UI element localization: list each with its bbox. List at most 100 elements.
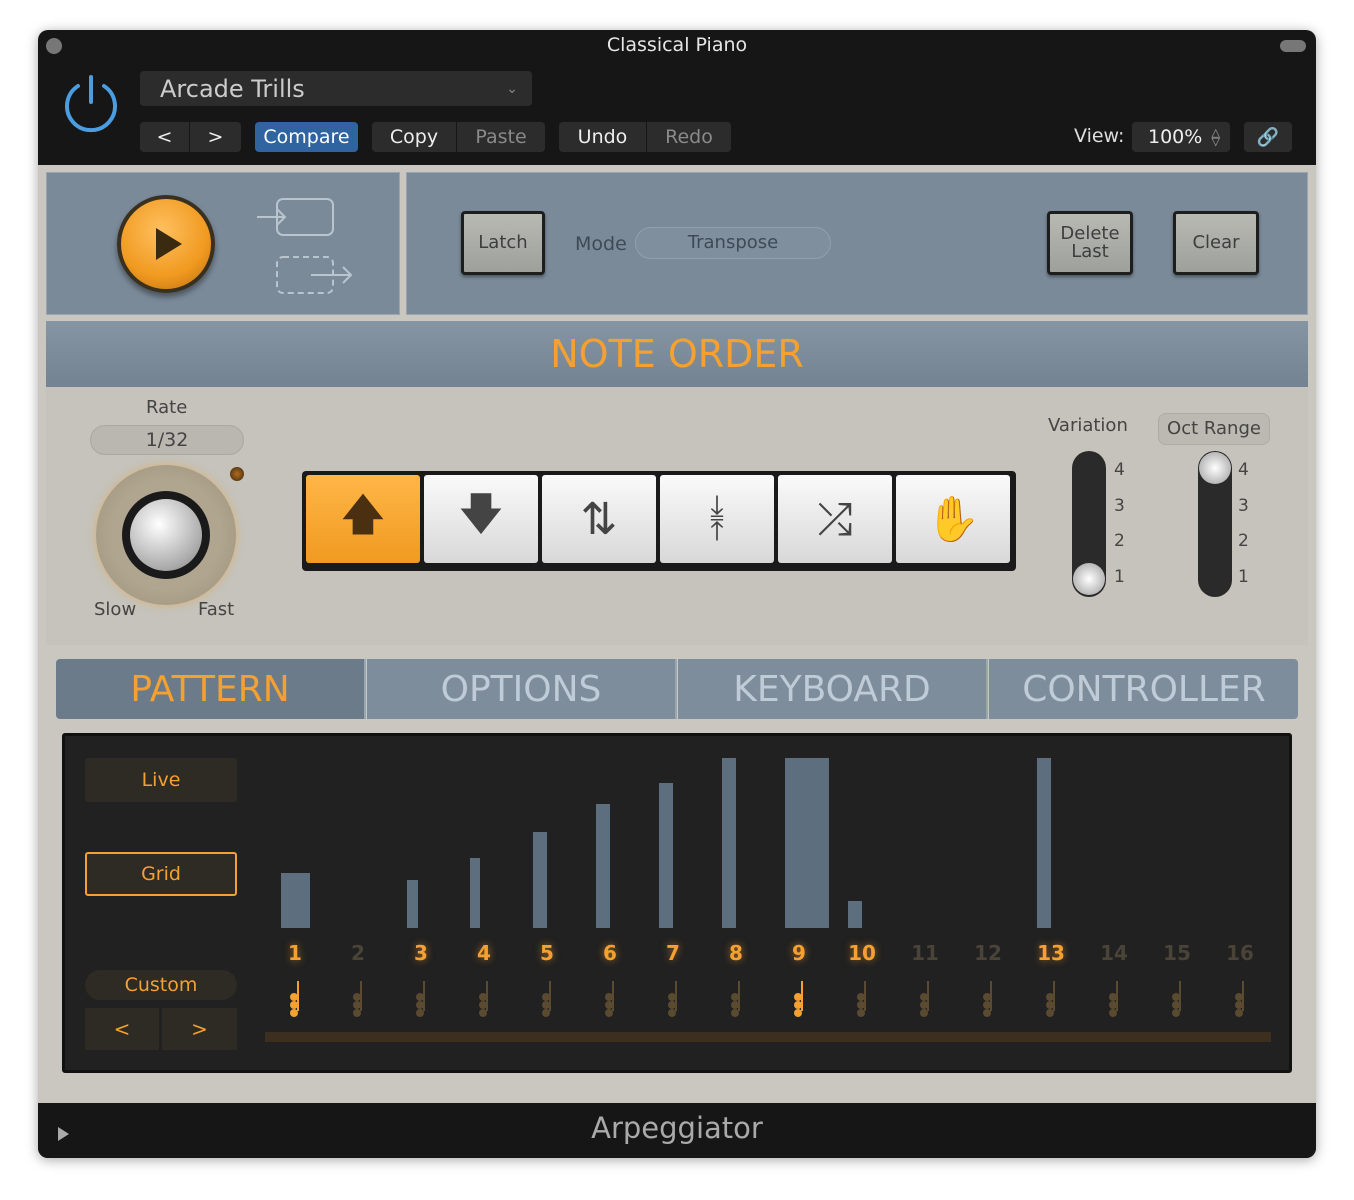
custom-pattern-label[interactable]: Custom [85,970,237,1000]
rate-value[interactable]: 1/32 [90,425,244,455]
mode-select[interactable]: Transpose [635,227,831,259]
pattern-scroll-bar[interactable] [265,1032,1271,1042]
step-number[interactable]: 15 [1157,941,1197,965]
velocity-bar[interactable] [659,783,673,928]
arrow-down-icon: 🡇 [458,488,504,540]
velocity-bar[interactable] [596,803,610,928]
scale-1: 1 [1238,566,1249,587]
power-icon[interactable] [62,74,120,134]
led-indicator [230,467,244,481]
note-length-icon[interactable] [793,981,805,1017]
order-outside-in-button[interactable]: ⤓ ⤒ [660,475,774,563]
plugin-window: Classical Piano Arcade Trills ⌄ < > Comp… [38,30,1316,1158]
previous-preset-button[interactable]: < [140,122,189,152]
transport-panel [46,172,400,315]
rate-knob[interactable] [96,465,236,605]
step-number[interactable]: 11 [905,941,945,965]
velocity-bar[interactable] [281,873,310,928]
note-length-icon[interactable] [1108,981,1120,1017]
step-number[interactable]: 13 [1031,941,1071,965]
step-number[interactable]: 9 [779,941,819,965]
shuffle-icon: ⤮ [817,493,853,545]
step-number[interactable]: 10 [842,941,882,965]
velocity-bar[interactable] [722,758,736,928]
scale-1: 1 [1114,566,1125,587]
velocity-bar[interactable] [785,758,830,928]
note-length-icon[interactable] [982,981,994,1017]
note-length-icon[interactable] [541,981,553,1017]
window-title: Classical Piano [606,34,748,56]
note-length-icon[interactable] [478,981,490,1017]
compare-button[interactable]: Compare [255,122,358,152]
next-preset-button[interactable]: > [190,122,241,152]
step-number[interactable]: 2 [338,941,378,965]
view-zoom-select[interactable]: 100% △ ▽ [1132,122,1230,152]
step-number[interactable]: 3 [401,941,441,965]
variation-slider[interactable] [1072,451,1106,597]
velocity-bar[interactable] [407,879,419,928]
arrows-up-down-icon: ⇅ [580,493,618,545]
variation-slider-thumb[interactable] [1073,563,1105,595]
plugin-name: Arpeggiator [591,1111,763,1145]
note-length-icon[interactable] [604,981,616,1017]
step-number[interactable]: 5 [527,941,567,965]
pattern-next-button[interactable]: > [162,1008,237,1050]
note-length-icon[interactable] [1045,981,1057,1017]
velocity-bar[interactable] [533,831,547,928]
note-length-icon[interactable] [1234,981,1246,1017]
step-number[interactable]: 12 [968,941,1008,965]
capture-icon[interactable] [255,195,355,295]
order-random-button[interactable]: ⤮ [778,475,892,563]
step-number[interactable]: 16 [1220,941,1260,965]
step-number[interactable]: 6 [590,941,630,965]
note-length-icon[interactable] [289,981,301,1017]
order-up-down-button[interactable]: ⇅ [542,475,656,563]
velocity-bar[interactable] [1037,758,1051,928]
note-order-buttons: 🡅 🡇 ⇅ ⤓ ⤒ ⤮ ✋ [302,471,1016,571]
order-down-button[interactable]: 🡇 [424,475,538,563]
slow-label: Slow [94,599,137,620]
tab-controller[interactable]: CONTROLLER [989,659,1298,719]
paste-button[interactable]: Paste [457,122,545,152]
tab-keyboard[interactable]: KEYBOARD [678,659,988,719]
play-button[interactable] [117,195,215,293]
oct-range-slider-thumb[interactable] [1199,452,1231,484]
velocity-bar[interactable] [470,858,481,928]
tab-bar: PATTERN OPTIONS KEYBOARD CONTROLLER [56,659,1298,719]
updown-chevron-icon: △ ▽ [1211,126,1220,148]
step-number[interactable]: 1 [275,941,315,965]
link-icon[interactable]: 🔗 [1244,122,1292,152]
preset-dropdown[interactable]: Arcade Trills ⌄ [140,71,532,106]
live-button[interactable]: Live [85,758,237,802]
velocity-bar[interactable] [848,901,862,928]
step-number[interactable]: 14 [1094,941,1134,965]
tab-pattern[interactable]: PATTERN [56,659,366,719]
latch-button[interactable]: Latch [461,211,545,275]
note-length-icon[interactable] [730,981,742,1017]
resize-pill[interactable] [1280,40,1306,52]
note-length-icon[interactable] [667,981,679,1017]
note-length-icon[interactable] [856,981,868,1017]
scale-2: 2 [1238,531,1249,551]
oct-range-scale: 4 3 2 1 [1238,453,1249,595]
clear-button[interactable]: Clear [1173,211,1259,275]
step-number[interactable]: 7 [653,941,693,965]
note-length-icon[interactable] [919,981,931,1017]
delete-last-button[interactable]: Delete Last [1047,211,1133,275]
note-length-icon[interactable] [352,981,364,1017]
order-up-button[interactable]: 🡅 [306,475,420,563]
grid-button[interactable]: Grid [85,852,237,896]
note-length-icon[interactable] [1171,981,1183,1017]
step-number[interactable]: 4 [464,941,504,965]
undo-button[interactable]: Undo [559,122,646,152]
order-as-played-button[interactable]: ✋ [896,475,1010,563]
oct-range-slider[interactable] [1198,451,1232,597]
note-length-icon[interactable] [415,981,427,1017]
copy-button[interactable]: Copy [372,122,456,152]
redo-button[interactable]: Redo [647,122,731,152]
knob-cap [130,499,202,571]
preset-name: Arcade Trills [160,74,305,103]
pattern-prev-button[interactable]: < [85,1008,159,1050]
step-number[interactable]: 8 [716,941,756,965]
tab-options[interactable]: OPTIONS [367,659,677,719]
